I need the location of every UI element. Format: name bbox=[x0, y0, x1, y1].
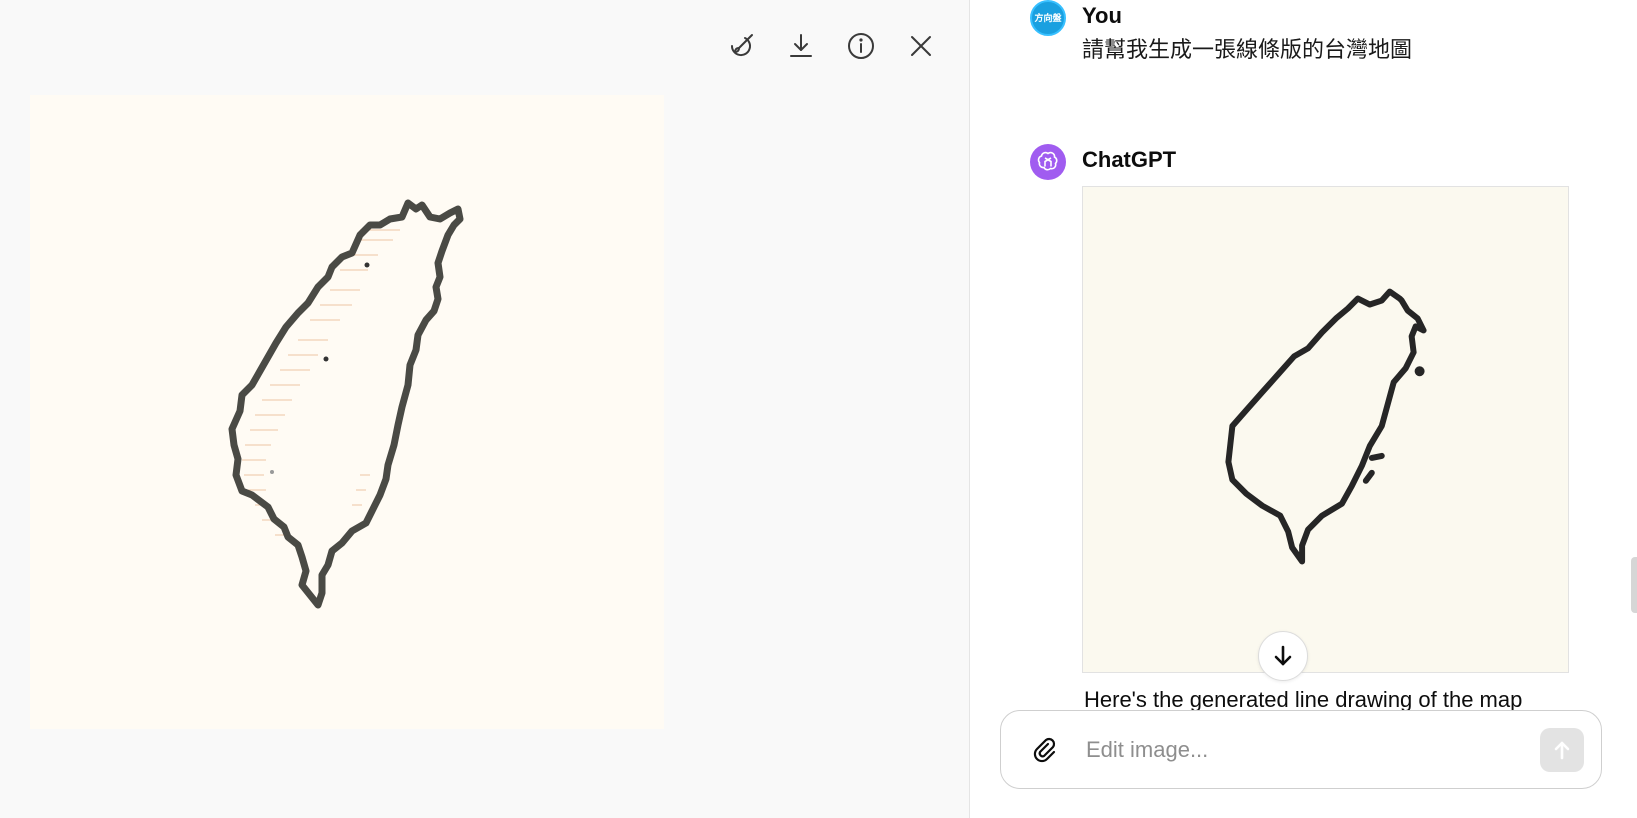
edit-image-button[interactable] bbox=[721, 26, 761, 66]
image-viewer bbox=[0, 0, 969, 818]
info-button[interactable] bbox=[841, 26, 881, 66]
attach-button[interactable] bbox=[1027, 733, 1061, 767]
user-author-name: You bbox=[1082, 3, 1122, 28]
arrow-down-icon bbox=[1274, 645, 1292, 666]
viewer-toolbar bbox=[721, 26, 941, 66]
send-button[interactable] bbox=[1540, 728, 1584, 772]
user-avatar[interactable]: 方向盤 bbox=[1030, 0, 1066, 36]
edit-image-input[interactable] bbox=[1084, 729, 1518, 771]
scrollbar-handle[interactable] bbox=[1631, 557, 1637, 613]
generated-image-thumbnail[interactable] bbox=[1082, 186, 1569, 673]
taiwan-map-drawing bbox=[228, 199, 464, 609]
assistant-avatar bbox=[1030, 144, 1066, 180]
avatar-text: 方向盤 bbox=[1034, 12, 1062, 23]
download-button[interactable] bbox=[781, 26, 821, 66]
generated-image-large bbox=[30, 95, 664, 729]
assistant-author-name: ChatGPT bbox=[1082, 147, 1177, 172]
assistant-message: ChatGPT bbox=[1030, 144, 1569, 673]
arrow-up-icon bbox=[1554, 741, 1570, 760]
info-icon bbox=[848, 33, 874, 59]
user-message: 方向盤 You 請幫我生成一張線條版的台灣地圖 bbox=[1030, 0, 1412, 68]
scroll-to-bottom-button[interactable] bbox=[1258, 631, 1308, 681]
edit-brush-icon bbox=[730, 34, 753, 57]
download-icon bbox=[790, 34, 812, 57]
message-composer bbox=[1000, 710, 1602, 789]
close-button[interactable] bbox=[901, 26, 941, 66]
taiwan-map-thumbnail bbox=[1225, 288, 1427, 565]
paperclip-icon bbox=[1033, 737, 1056, 763]
close-icon bbox=[911, 36, 931, 56]
openai-logo-icon bbox=[1037, 151, 1058, 171]
user-message-text: 請幫我生成一張線條版的台灣地圖 bbox=[1082, 37, 1413, 62]
